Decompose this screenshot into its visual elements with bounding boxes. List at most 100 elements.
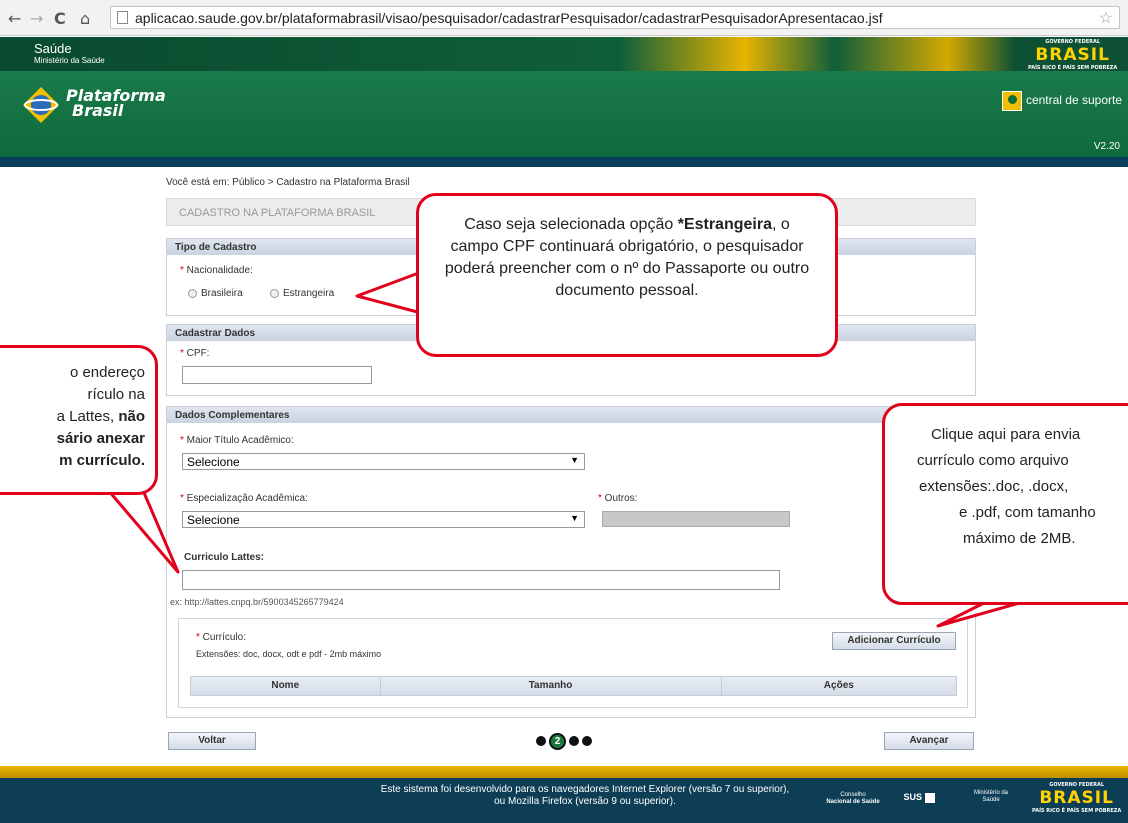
ministerio-line2: Saúde xyxy=(982,797,1000,803)
add-curriculo-button[interactable]: Adicionar Currículo xyxy=(832,632,956,650)
support-link[interactable]: central de suporte xyxy=(1001,91,1122,111)
radio-brasileira-label: Brasileira xyxy=(201,288,243,299)
callout-lattes-line3-bold: não xyxy=(118,408,145,425)
callout-lattes-line5: m currículo. xyxy=(59,452,145,469)
callout-arquivo-line1: Clique aqui para envia xyxy=(931,426,1081,443)
arrow-left-icon[interactable]: ← xyxy=(8,9,21,28)
column-header-acoes[interactable]: Ações xyxy=(722,677,956,695)
logo-line2: Brasil xyxy=(72,101,124,120)
star-icon[interactable]: ☆ xyxy=(1099,8,1113,28)
curriculo-label-text: Currículo: xyxy=(202,632,247,643)
brasil-logo-main: BRASIL xyxy=(1035,45,1110,65)
callout-lattes: o endereço rículo na a Lattes, não sário… xyxy=(0,345,158,495)
page-icon xyxy=(117,11,128,24)
footer-stripe xyxy=(0,766,1128,778)
footer-brasil-main: BRASIL xyxy=(1039,788,1114,808)
footer-brasil-sub: PAÍS RICO É PAÍS SEM POBREZA xyxy=(1032,808,1122,814)
especializacao-select[interactable]: Selecione ▼ xyxy=(182,511,585,528)
titulo-label-text: Maior Título Acadêmico: xyxy=(186,435,294,446)
callout-estrangeira-pre: Caso seja selecionada opção xyxy=(464,216,678,233)
cpf-input[interactable] xyxy=(182,366,372,384)
footer-brasil-logo: GOVERNO FEDERAL BRASIL PAÍS RICO É PAÍS … xyxy=(1032,782,1121,814)
titulo-label: * Maior Título Acadêmico: xyxy=(180,435,294,446)
browser-notice: Este sistema foi desenvolvido para os na… xyxy=(350,784,820,808)
radio-estrangeira-label: Estrangeira xyxy=(283,288,335,299)
radio-circle-icon[interactable] xyxy=(188,288,197,298)
cpf-label: * CPF: xyxy=(180,348,210,359)
browser-notice-line1: Este sistema foi desenvolvido para os na… xyxy=(380,784,790,795)
current-step: 2 xyxy=(549,732,566,750)
brasil-logo: GOVERNO FEDERAL BRASIL PAÍS RICO É PAÍS … xyxy=(1028,39,1117,71)
column-header-tamanho[interactable]: Tamanho xyxy=(381,677,722,695)
dropdown-arrow-icon: ▼ xyxy=(570,455,579,465)
curriculo-table-header: Nome Tamanho Ações xyxy=(190,676,957,696)
conselho-line1: Conselho xyxy=(840,792,866,798)
outros-label-text: Outros: xyxy=(604,493,638,504)
outros-label: * Outros: xyxy=(598,493,638,504)
breadcrumb: Você está em: Público > Cadastro na Plat… xyxy=(166,177,410,188)
callout-lattes-line3-pre: a Lattes, xyxy=(56,408,119,425)
callout-arquivo-line4: e .pdf, com tamanho xyxy=(959,504,1096,521)
arrow-right-icon[interactable]: → xyxy=(30,9,43,28)
back-button[interactable]: Voltar xyxy=(168,732,256,750)
address-bar[interactable]: aplicacao.saude.gov.br/plataformabrasil/… xyxy=(110,6,1120,29)
lattes-input[interactable] xyxy=(182,570,780,590)
outros-input xyxy=(602,511,790,527)
plataforma-brasil-logo[interactable]: Plataforma Brasil xyxy=(22,84,192,134)
saude-title: Saúde xyxy=(34,41,72,56)
titulo-select-value: Selecione xyxy=(187,455,240,469)
logo-text: Plataforma Brasil xyxy=(66,88,166,120)
section-header: Dados Complementares xyxy=(167,407,975,423)
lattes-example: ex: http://lattes.cnpq.br/59003452657794… xyxy=(170,597,344,607)
logo-globe-icon xyxy=(23,87,59,123)
ministerio-line1: Ministério da xyxy=(973,790,1008,796)
nacionalidade-label: * Nacionalidade: xyxy=(180,265,253,276)
titulo-select[interactable]: Selecione ▼ xyxy=(182,453,585,470)
browser-notice-line2: ou Mozilla Firefox (versão 9 ou superior… xyxy=(494,796,676,807)
radio-brasileira[interactable]: Brasileira xyxy=(188,288,243,299)
ministerio-subtitle: Ministério da Saúde xyxy=(34,56,105,65)
support-label: central de suporte xyxy=(1025,93,1122,108)
callout-arquivo: Clique aqui para envia currículo como ar… xyxy=(882,403,1128,605)
ministerio-logo: Ministério da Saúde xyxy=(968,790,1014,804)
conselho-line2: Nacional de Saúde xyxy=(826,799,880,805)
callout-lattes-line1: o endereço xyxy=(69,364,145,381)
callout-arquivo-line5: máximo de 2MB. xyxy=(963,530,1076,547)
nacionalidade-label-text: Nacionalidade: xyxy=(186,265,253,276)
especializacao-label: * Especialização Acadêmica: xyxy=(180,493,308,504)
browser-toolbar: ← → C ⌂ aplicacao.saude.gov.br/plataform… xyxy=(0,0,1128,36)
url-text: aplicacao.saude.gov.br/plataformabrasil/… xyxy=(135,10,883,26)
reload-icon[interactable]: C xyxy=(54,9,66,28)
sus-cross-icon xyxy=(924,792,935,803)
radio-estrangeira[interactable]: Estrangeira xyxy=(270,288,334,299)
step-dot xyxy=(569,736,579,746)
step-dot xyxy=(582,736,592,746)
dropdown-arrow-icon: ▼ xyxy=(570,513,579,523)
step-dot xyxy=(536,736,546,746)
step-indicator: 2 xyxy=(536,732,592,750)
especializacao-select-value: Selecione xyxy=(187,513,240,527)
callout-arquivo-line3: extensões:.doc, .docx, xyxy=(919,478,1069,495)
site-header: Plataforma Brasil central de suporte V2.… xyxy=(0,71,1128,157)
cpf-label-text: CPF: xyxy=(186,348,210,359)
callout-estrangeira-bold: *Estrangeira xyxy=(677,216,772,233)
curriculo-label: * Currículo: xyxy=(196,632,247,643)
sus-text: SUS xyxy=(903,792,922,802)
conselho-logo: Conselho Nacional de Saúde xyxy=(822,792,884,806)
next-button[interactable]: Avançar xyxy=(884,732,974,750)
sus-logo: SUS xyxy=(898,792,940,803)
column-header-nome[interactable]: Nome xyxy=(191,677,381,695)
gov-banner: Saúde Ministério da Saúde GOVERNO FEDERA… xyxy=(0,37,1128,71)
radio-circle-icon[interactable] xyxy=(270,288,279,298)
home-icon[interactable]: ⌂ xyxy=(80,9,90,28)
especializacao-label-text: Especialização Acadêmica: xyxy=(186,493,308,504)
callout-lattes-line2: rículo na xyxy=(87,386,145,403)
callout-estrangeira: Caso seja selecionada opção *Estrangeira… xyxy=(416,193,838,357)
support-icon xyxy=(1001,91,1022,111)
header-divider xyxy=(0,157,1128,167)
site-footer: Este sistema foi desenvolvido para os na… xyxy=(0,778,1128,823)
curriculo-extensoes: Extensões: doc, docx, odt e pdf - 2mb má… xyxy=(196,649,382,659)
callout-lattes-line4: sário anexar xyxy=(56,430,145,447)
version-label: V2.20 xyxy=(1093,141,1120,152)
lattes-label: Curriculo Lattes: xyxy=(184,552,265,563)
